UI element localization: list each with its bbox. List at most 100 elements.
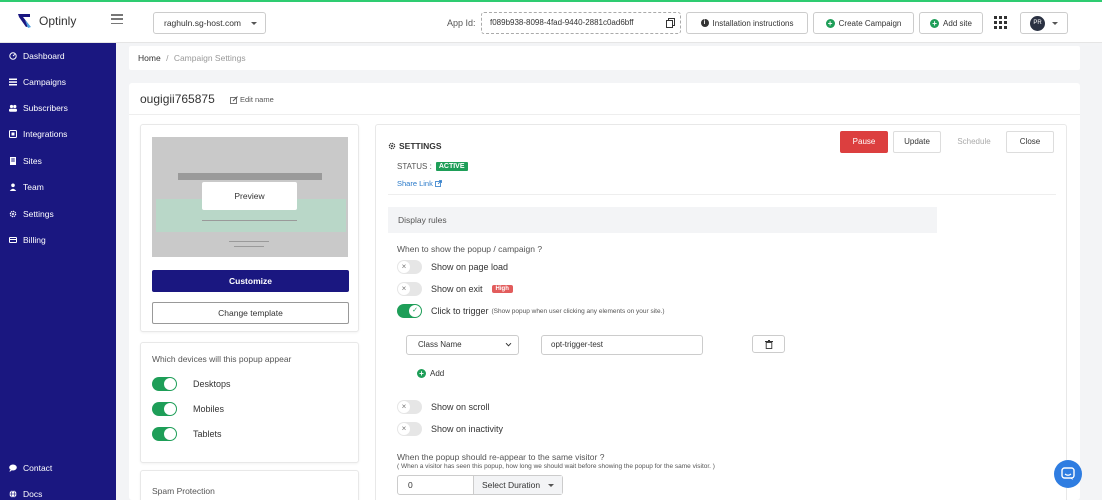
reappear-label: When the popup should re-appear to the s… <box>397 452 605 462</box>
gauge-icon <box>9 52 17 60</box>
user-icon <box>9 183 17 191</box>
pause-button[interactable]: Pause <box>840 131 888 153</box>
copy-icon[interactable] <box>666 18 675 28</box>
settings-title: SETTINGS <box>399 141 442 151</box>
gear-icon <box>9 210 17 218</box>
sidebar-item-subscribers[interactable]: Subscribers <box>9 103 68 113</box>
sidebar-item-label: Billing <box>23 235 46 245</box>
sidebar-item-label: Docs <box>23 489 43 499</box>
chat-icon <box>1061 467 1075 480</box>
click-trigger-note: (Show popup when user clicking any eleme… <box>491 307 665 315</box>
user-menu[interactable]: PR <box>1020 12 1068 34</box>
thumb-line <box>234 246 264 247</box>
breadcrumb-current: Campaign Settings <box>173 53 246 63</box>
sidebar-item-sites[interactable]: Sites <box>9 156 42 166</box>
sidebar-item-label: Integrations <box>23 129 68 139</box>
option-page-load: Show on page load <box>397 260 508 274</box>
duration-input[interactable]: 0 <box>398 476 474 494</box>
chat-icon <box>9 464 17 472</box>
duration-group: 0 Select Duration <box>397 475 563 495</box>
spam-protection-card: Spam Protection <box>140 470 359 500</box>
edit-name-link[interactable]: Edit name <box>230 95 274 104</box>
top-bar: Optinly raghuln.sg-host.com App Id: f089… <box>0 0 1102 43</box>
brand-logo[interactable]: Optinly <box>16 12 76 29</box>
template-preview-card: Preview Customize Change template <box>140 124 359 332</box>
breadcrumb-home[interactable]: Home <box>138 53 161 63</box>
desktops-toggle[interactable] <box>152 377 177 391</box>
customize-button[interactable]: Customize <box>152 270 349 292</box>
page-load-toggle[interactable] <box>397 260 422 274</box>
thumb-line <box>202 220 297 221</box>
device-row-desktops: Desktops <box>152 377 231 391</box>
duration-select[interactable]: Select Duration <box>474 476 562 494</box>
status-badge: ACTIVE <box>435 162 468 171</box>
list-icon <box>9 78 17 86</box>
add-trigger-button[interactable]: + Add <box>417 369 444 378</box>
update-button[interactable]: Update <box>893 131 941 153</box>
plus-circle-icon: + <box>417 369 426 378</box>
edit-icon <box>230 95 238 104</box>
schedule-button[interactable]: Schedule <box>946 131 1002 153</box>
installation-instructions-button[interactable]: i Installation instructions <box>686 12 808 34</box>
site-selector-value: raghuln.sg-host.com <box>164 18 242 28</box>
click-trigger-toggle[interactable] <box>397 304 422 318</box>
device-label: Desktops <box>193 379 231 389</box>
plus-circle-icon: + <box>825 18 835 28</box>
sidebar-item-billing[interactable]: Billing <box>9 235 46 245</box>
installation-instructions-label: Installation instructions <box>712 18 794 28</box>
card-icon <box>9 237 17 243</box>
globe-icon <box>9 490 17 498</box>
info-icon: i <box>700 19 709 27</box>
sidebar-item-settings[interactable]: Settings <box>9 209 54 219</box>
sidebar-item-team[interactable]: Team <box>9 182 44 192</box>
sidebar-item-contact[interactable]: Contact <box>9 463 52 473</box>
sidebar-item-label: Dashboard <box>23 51 65 61</box>
tablets-toggle[interactable] <box>152 427 177 441</box>
delete-trigger-button[interactable] <box>752 335 785 353</box>
mobiles-toggle[interactable] <box>152 402 177 416</box>
sidebar-item-dashboard[interactable]: Dashboard <box>9 51 65 61</box>
exit-toggle[interactable] <box>397 282 422 296</box>
caret-down-icon <box>548 484 554 487</box>
option-inactivity: Show on inactivity <box>397 422 503 436</box>
selector-type-select[interactable]: Class Name <box>406 335 519 355</box>
inactivity-toggle[interactable] <box>397 422 422 436</box>
option-exit: Show on exit High <box>397 282 513 296</box>
change-template-button[interactable]: Change template <box>152 302 349 324</box>
caret-down-icon <box>1052 22 1058 25</box>
avatar: PR <box>1030 16 1045 31</box>
apps-grid-icon[interactable] <box>994 16 1007 29</box>
scroll-toggle[interactable] <box>397 400 422 414</box>
optinly-logo-icon <box>18 14 31 28</box>
site-selector[interactable]: raghuln.sg-host.com <box>153 12 266 34</box>
chat-launcher-button[interactable] <box>1054 460 1082 488</box>
sites-icon <box>10 157 16 165</box>
device-label: Mobiles <box>193 404 225 414</box>
app-id-field[interactable]: f089b938-8098-4fad-9440-2881c0ad6bff <box>481 12 681 34</box>
add-site-button[interactable]: + Add site <box>919 12 983 34</box>
plus-circle-icon: + <box>930 18 940 28</box>
add-site-label: Add site <box>943 18 972 28</box>
selector-value-input[interactable]: opt-trigger-test <box>541 335 703 355</box>
duration-select-value: Select Duration <box>482 480 541 490</box>
app-id-label: App Id: <box>447 18 476 28</box>
share-link[interactable]: Share Link <box>397 179 442 188</box>
sidebar-item-label: Team <box>23 182 44 192</box>
option-label: Click to trigger <box>431 306 489 316</box>
sidebar: Dashboard Campaigns Subscribers Integrat… <box>0 43 116 500</box>
template-thumbnail: Preview <box>152 137 348 257</box>
device-label: Tablets <box>193 429 222 439</box>
sidebar-item-integrations[interactable]: Integrations <box>9 129 67 139</box>
add-trigger-label: Add <box>430 369 445 378</box>
caret-down-icon <box>251 22 257 25</box>
sidebar-item-docs[interactable]: Docs <box>9 489 42 499</box>
settings-heading: SETTINGS <box>388 141 442 151</box>
app-id-value: f089b938-8098-4fad-9440-2881c0ad6bff <box>490 18 634 27</box>
menu-toggle-icon[interactable] <box>111 14 123 24</box>
sidebar-item-label: Campaigns <box>23 77 66 87</box>
sidebar-item-campaigns[interactable]: Campaigns <box>9 77 66 87</box>
when-show-label: When to show the popup / campaign ? <box>397 244 543 254</box>
close-button[interactable]: Close <box>1006 131 1054 153</box>
create-campaign-button[interactable]: + Create Campaign <box>813 12 914 34</box>
preview-button[interactable]: Preview <box>202 182 297 210</box>
